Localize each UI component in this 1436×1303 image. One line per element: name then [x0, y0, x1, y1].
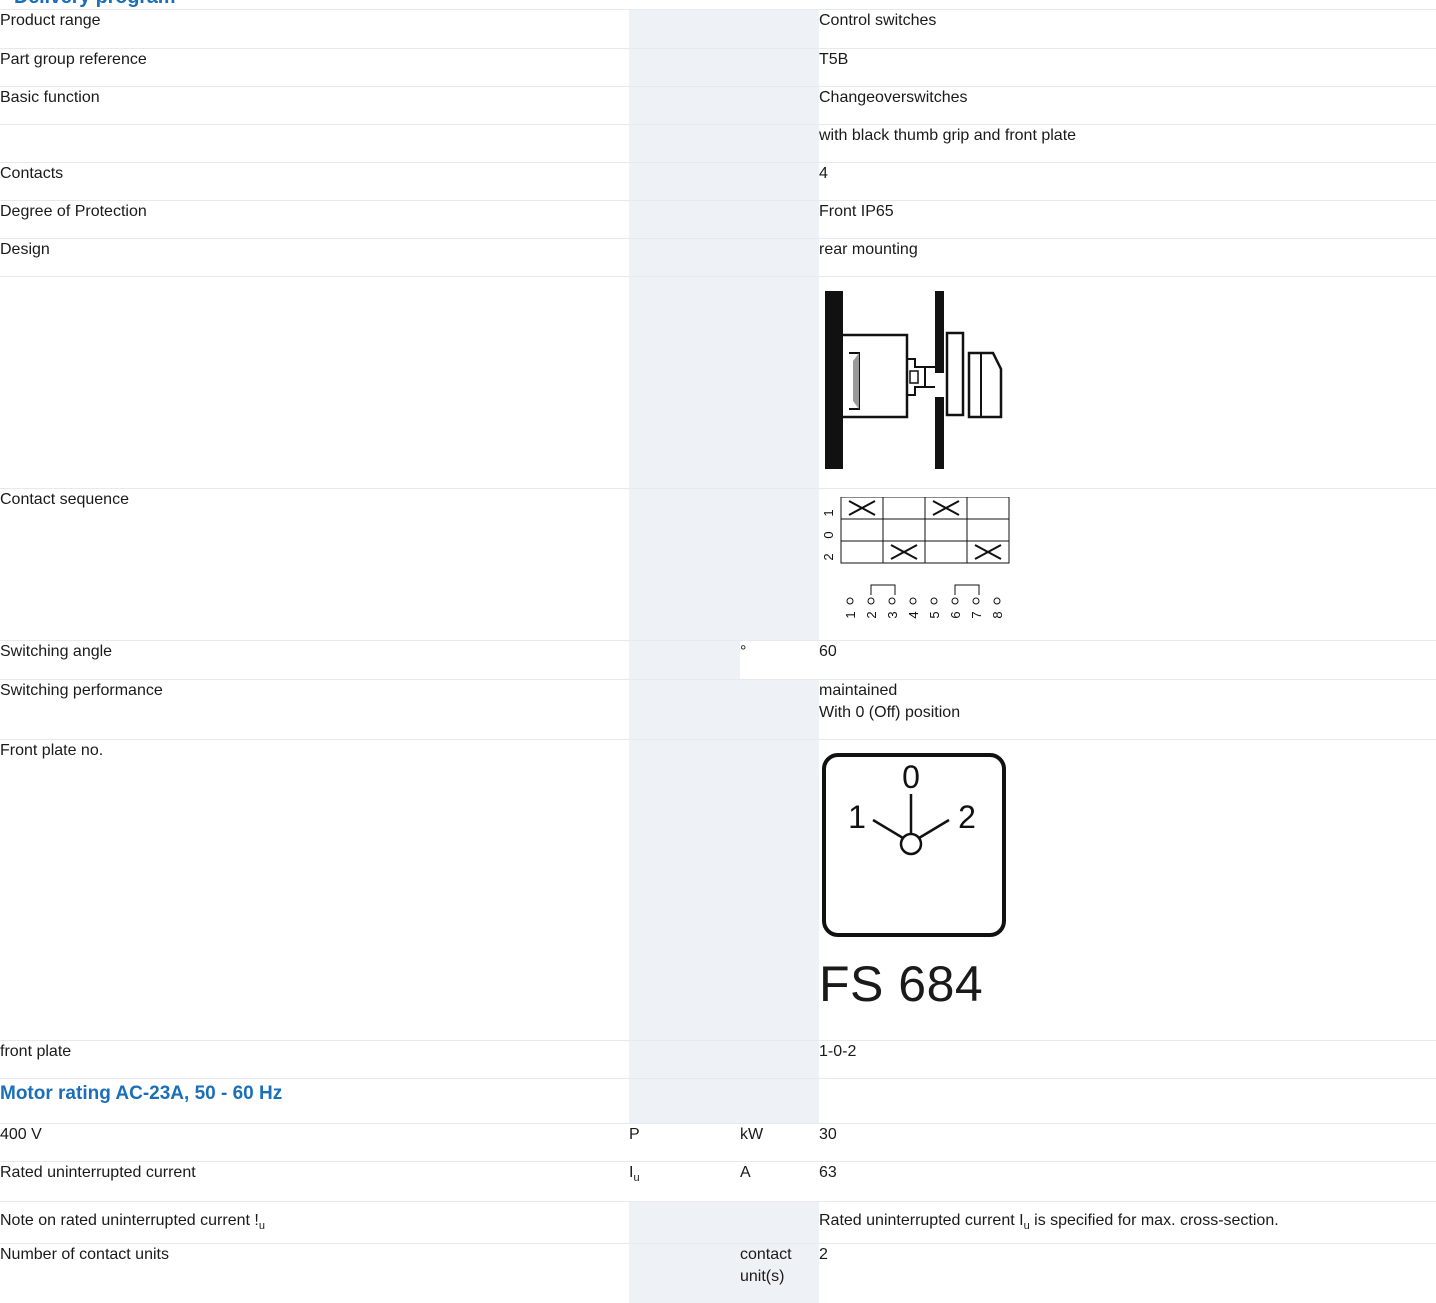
rear-mounting-diagram: [825, 290, 1003, 469]
row-value: with black thumb grip and front plate: [819, 124, 1436, 163]
position-label: 2: [821, 553, 836, 560]
row-value: Changeoverswitches: [819, 86, 1436, 125]
terminal-label: 6: [948, 611, 963, 618]
row-basic-function: Basic function Changeoverswitches: [0, 86, 1436, 125]
row-label: front plate: [0, 1040, 629, 1079]
row-label: Switching angle: [0, 640, 629, 680]
contact-sequence-diagram: 1 0 2 1 2 3 4 5 6 7 8: [821, 496, 1010, 618]
front-plate-code: FS 684: [819, 955, 984, 1012]
row-value: Control switches: [819, 10, 1436, 49]
row-symbol: Iu: [629, 1161, 740, 1202]
row-unit: A: [740, 1161, 819, 1202]
row-motor-400v: 400 V P kW 30: [0, 1123, 1436, 1162]
row-value: 63: [819, 1161, 1436, 1202]
row-contacts: Contacts 4: [0, 162, 1436, 201]
terminal-label: 8: [990, 611, 1005, 618]
row-label: Note on rated uninterrupted current !u: [0, 1201, 629, 1244]
terminal-label: 5: [927, 611, 942, 618]
terminal-label: 1: [843, 611, 858, 618]
dial-label-top: 0: [902, 759, 920, 795]
terminal-label: 4: [906, 611, 921, 618]
value-line: With 0 (Off) position: [819, 703, 961, 721]
row-note-current: Note on rated uninterrupted current !u R…: [0, 1201, 1436, 1244]
position-label: 0: [821, 531, 836, 538]
terminal-label: 7: [969, 611, 984, 618]
row-value: 1-0-2: [819, 1040, 1436, 1079]
row-front-plate: front plate 1-0-2: [0, 1040, 1436, 1079]
row-value: T5B: [819, 48, 1436, 87]
row-product-range: Product range Control switches: [0, 10, 1436, 49]
row-contact-sequence: Contact sequence 1 0 2 1 2 3 4 5 6 7 8: [0, 488, 1436, 641]
row-label: Rated uninterrupted current: [0, 1161, 629, 1202]
row-label: Contact sequence: [0, 488, 629, 641]
row-value: Rated uninterrupted current Iu is specif…: [819, 1201, 1436, 1244]
section-heading: Delivery program: [14, 0, 176, 9]
row-basic-function-note: with black thumb grip and front plate: [0, 124, 1436, 163]
row-label: Basic function: [0, 86, 629, 125]
row-value: 30: [819, 1123, 1436, 1162]
row-contact-units: Number of contact units contact unit(s) 2: [0, 1243, 1436, 1303]
row-label: 400 V: [0, 1123, 629, 1162]
row-protection: Degree of Protection Front IP65: [0, 200, 1436, 239]
row-label: Contacts: [0, 162, 629, 201]
row-value: maintained With 0 (Off) position: [819, 679, 1436, 740]
row-label: Switching performance: [0, 679, 629, 740]
row-label: Front plate no.: [0, 739, 629, 1041]
row-value: rear mounting: [819, 238, 1436, 277]
terminal-label: 3: [885, 611, 900, 618]
motor-section-title: Motor rating AC-23A, 50 - 60 Hz: [0, 1082, 283, 1104]
row-part-group: Part group reference T5B: [0, 48, 1436, 87]
row-label: Design: [0, 238, 629, 277]
row-unit: °: [740, 640, 819, 680]
row-label: Degree of Protection: [0, 200, 629, 239]
row-unit: kW: [740, 1123, 819, 1162]
row-unit: contact unit(s): [740, 1243, 819, 1303]
row-switching-angle: Switching angle ° 60: [0, 640, 1436, 680]
row-design: Design rear mounting: [0, 238, 1436, 277]
front-plate-dial: 0 1 2: [822, 752, 1006, 937]
row-label: Number of contact units: [0, 1245, 169, 1263]
dial-label-left: 1: [848, 799, 866, 835]
row-symbol: P: [629, 1123, 740, 1162]
row-front-plate-no: Front plate no. 0 1 2 FS 684: [0, 739, 1436, 1041]
value-line: maintained: [819, 681, 898, 699]
row-design-image: [0, 276, 1436, 489]
row-motor-section: Motor rating AC-23A, 50 - 60 Hz: [0, 1078, 1436, 1124]
position-label: 1: [821, 509, 836, 516]
row-value: 2: [819, 1245, 828, 1263]
terminal-label: 2: [864, 611, 879, 618]
row-rated-current: Rated uninterrupted current Iu A 63: [0, 1161, 1436, 1202]
row-label: Product range: [0, 10, 629, 49]
row-value: 4: [819, 162, 1436, 201]
row-switching-performance: Switching performance maintained With 0 …: [0, 679, 1436, 740]
spec-table: Product range Control switches Part grou…: [0, 10, 1436, 1303]
row-value: 60: [819, 640, 1436, 680]
row-label: Part group reference: [0, 48, 629, 87]
dial-label-right: 2: [958, 799, 976, 835]
row-value: Front IP65: [819, 200, 1436, 239]
